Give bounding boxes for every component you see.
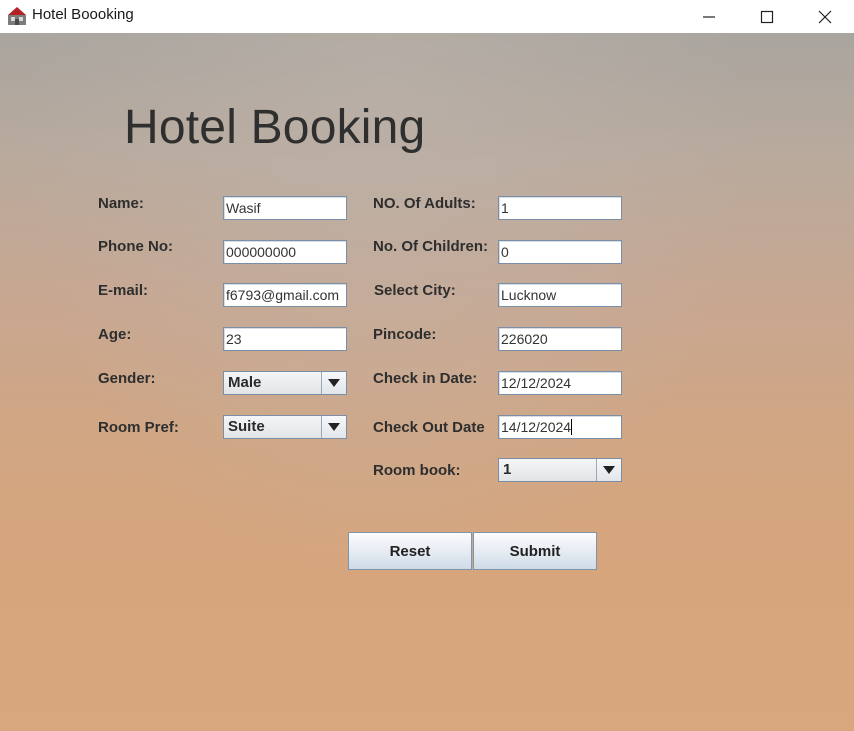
booking-form-panel: Hotel Booking Name: Wasif Phone No: 0000… (0, 33, 854, 731)
text-caret (571, 419, 573, 435)
pincode-label: Pincode: (373, 326, 437, 343)
phone-label: Phone No: (98, 238, 173, 255)
room-pref-select-value: Suite (228, 418, 265, 435)
check-out-value: 14/12/2024 (501, 419, 572, 435)
check-in-label: Check in Date: (373, 370, 478, 387)
minimize-button[interactable] (680, 0, 738, 33)
city-label: Select City: (374, 282, 456, 299)
gender-select-value: Male (228, 374, 262, 391)
gender-dropdown-button[interactable] (321, 372, 346, 394)
page-title: Hotel Booking (124, 101, 426, 154)
maximize-icon (760, 10, 774, 23)
room-pref-select[interactable]: Suite (223, 415, 347, 439)
check-in-field[interactable]: 12/12/2024 (498, 371, 622, 395)
gender-label: Gender: (98, 370, 156, 387)
chevron-down-icon (328, 423, 340, 431)
title-bar: Hotel Boooking (0, 0, 854, 34)
children-label: No. Of Children: (373, 238, 488, 255)
email-label: E-mail: (98, 282, 149, 299)
adults-field[interactable]: 1 (498, 196, 622, 220)
check-out-field[interactable]: 14/12/2024 (498, 415, 622, 439)
adults-label: NO. Of Adults: (373, 195, 476, 212)
room-pref-label: Room Pref: (98, 419, 179, 436)
name-field[interactable]: Wasif (223, 196, 347, 220)
pincode-field[interactable]: 226020 (498, 327, 622, 351)
close-icon (818, 10, 832, 23)
room-book-select[interactable]: 1 (498, 458, 622, 482)
age-field[interactable]: 23 (223, 327, 347, 351)
room-book-dropdown-button[interactable] (596, 459, 621, 481)
children-field[interactable]: 0 (498, 240, 622, 264)
room-pref-dropdown-button[interactable] (321, 416, 346, 438)
reset-button[interactable]: Reset (348, 532, 472, 570)
city-field[interactable]: Lucknow (498, 283, 622, 307)
minimize-icon (703, 15, 715, 18)
java-app-icon (7, 6, 27, 26)
check-out-label: Check Out Date (373, 419, 485, 436)
chevron-down-icon (328, 379, 340, 387)
age-label: Age: (98, 326, 132, 343)
window-title: Hotel Boooking (32, 6, 134, 23)
maximize-button[interactable] (738, 0, 796, 33)
name-label: Name: (98, 195, 144, 212)
gender-select[interactable]: Male (223, 371, 347, 395)
email-field[interactable]: f6793@gmail.com (223, 283, 347, 307)
close-button[interactable] (796, 0, 854, 33)
chevron-down-icon (603, 466, 615, 474)
room-book-label: Room book: (373, 462, 461, 479)
room-book-select-value: 1 (503, 461, 512, 478)
submit-button[interactable]: Submit (473, 532, 597, 570)
phone-field[interactable]: 000000000 (223, 240, 347, 264)
